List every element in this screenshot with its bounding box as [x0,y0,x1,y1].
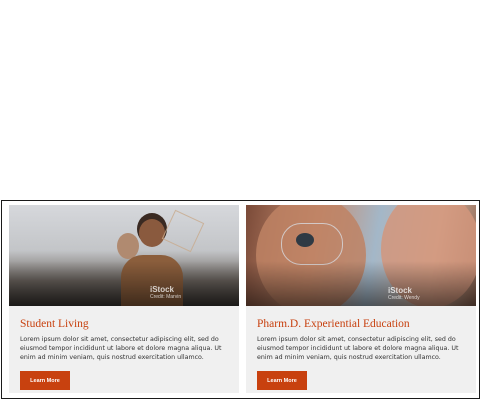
card-description: Lorem ipsum dolor sit amet, consectetur … [257,336,459,362]
learn-more-button[interactable]: Learn More [257,370,307,390]
decor-object [161,209,205,253]
person-silhouette [139,219,165,247]
safety-goggles [281,223,343,265]
card-title: Pharm.D. Experiential Education [257,318,410,330]
card-student-living: iStock Credit: Marvin Student Living Lor… [9,205,239,393]
cards-section: iStock Credit: Marvin Student Living Lor… [1,200,480,399]
card-description: Lorem ipsum dolor sit amet, consectetur … [20,336,222,362]
card-pharmd-experiential-education: iStock Credit: Wendy Pharm.D. Experienti… [246,205,476,393]
learn-more-button[interactable]: Learn More [20,370,70,390]
pharmd-photo: iStock Credit: Wendy [246,205,476,306]
student-living-photo: iStock Credit: Marvin [9,205,239,306]
card-title: Student Living [20,318,89,330]
photo-watermark: iStock Credit: Marvin [150,285,182,300]
photo-watermark: iStock Credit: Wendy [388,286,420,301]
